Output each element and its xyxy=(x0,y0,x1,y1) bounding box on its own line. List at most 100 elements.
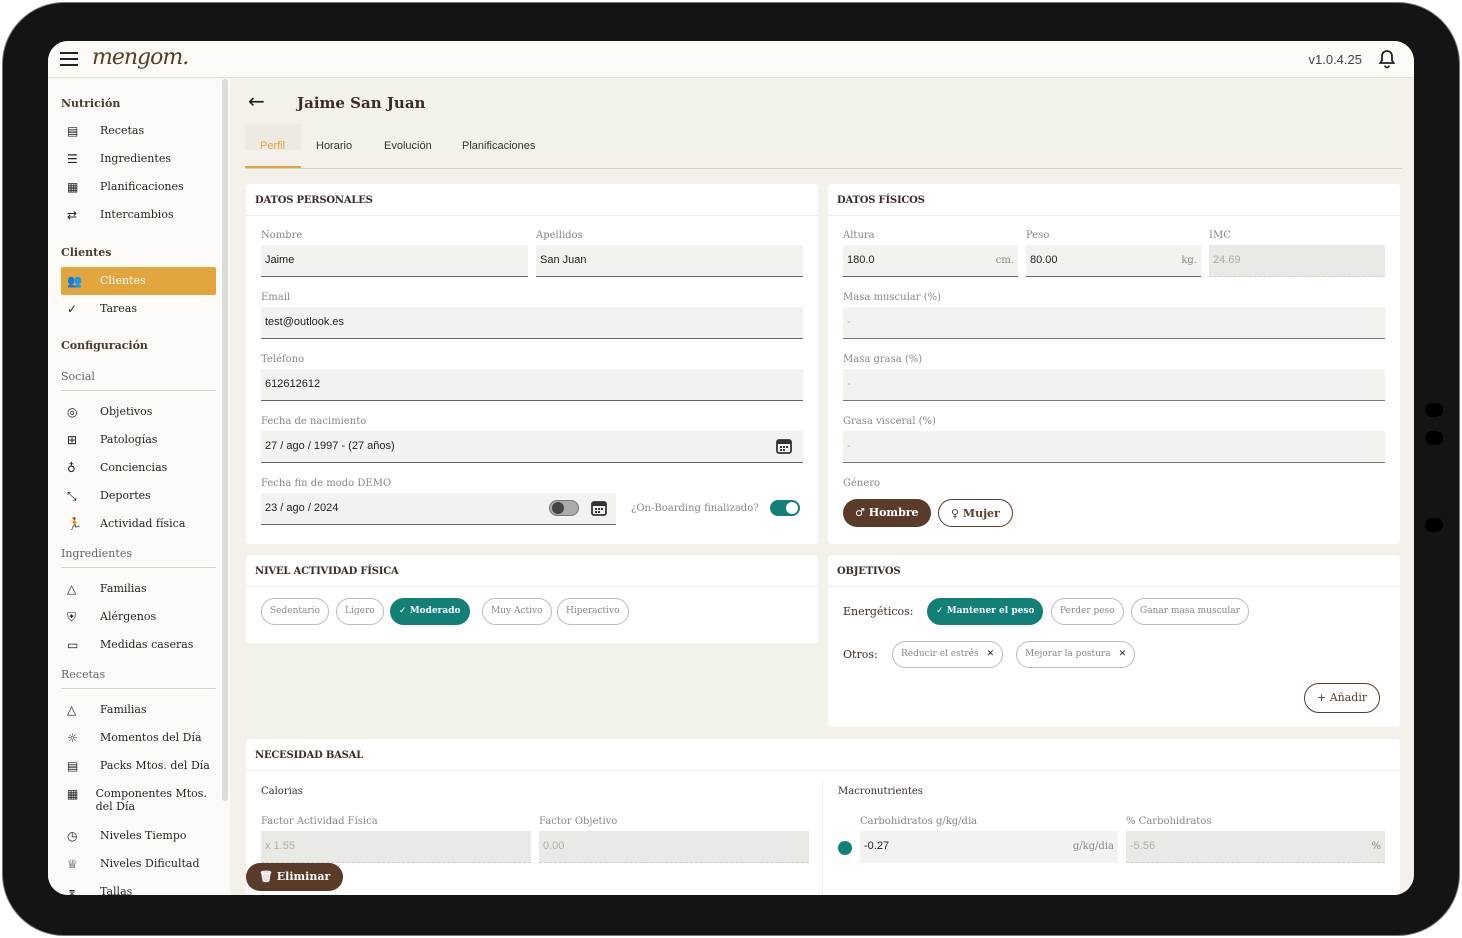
altura-value: 180.0 xyxy=(847,254,875,266)
otros-label: Otros: xyxy=(843,648,878,661)
calendar-icon[interactable] xyxy=(590,499,608,517)
sidebar-item-niveles-tiempo[interactable]: ◷ Niveles Tiempo xyxy=(61,823,216,849)
birthdate-value: 27 / ago / 1997 - (27 años) xyxy=(265,440,395,452)
activity-chip-muy-activo[interactable]: Muy Activo xyxy=(482,598,552,625)
section-nutricion: Nutrición xyxy=(61,97,121,110)
other-chip-reducir-estres[interactable]: Reducir el estrés ✕ xyxy=(892,641,1004,668)
goal-chip-mantener-peso[interactable]: ✓ Mantener el peso xyxy=(927,598,1044,625)
check-icon: ✓ xyxy=(399,606,410,616)
tab-planificaciones[interactable]: Planificaciones xyxy=(462,140,535,152)
demo-date-field[interactable]: 23 / ago / 2024 xyxy=(261,493,616,525)
calendar-icon[interactable] xyxy=(775,437,793,455)
gender-female-button[interactable]: ♀ Mujer xyxy=(938,499,1013,527)
nacimiento-label: Fecha de nacimiento xyxy=(261,416,367,427)
sidebar-item-intercambios[interactable]: ⇄ Intercambios xyxy=(61,202,216,228)
sidebar-item-actividad-fisica[interactable]: 🏃 Actividad física xyxy=(61,511,216,537)
sidebar-item-tallas[interactable]: ⌆ Tallas xyxy=(61,879,216,895)
telefono-field[interactable]: 612612612 xyxy=(261,369,803,401)
tab-horario[interactable]: Horario xyxy=(316,140,352,152)
goal-chip-ganar-masa[interactable]: Ganar masa muscular xyxy=(1131,598,1249,625)
back-arrow-icon[interactable]: ← xyxy=(248,89,265,113)
female-label: Mujer xyxy=(962,507,1000,520)
nombre-field[interactable]: Jaime xyxy=(261,245,528,277)
sidebar-item-planificaciones[interactable]: ▦ Planificaciones xyxy=(61,174,216,200)
activity-chip-ligero[interactable]: Ligero xyxy=(336,598,384,625)
subsection-recetas: Recetas xyxy=(61,668,106,681)
sidebar-item-deportes[interactable]: ⤡ Deportes xyxy=(61,483,216,509)
apellidos-field[interactable]: San Juan xyxy=(536,245,803,277)
divider xyxy=(246,586,818,587)
genero-label: Género xyxy=(843,478,881,489)
sidebar-item-familias-recetas[interactable]: △ Familias xyxy=(61,697,216,723)
sidebar-item-conciencias[interactable]: ♁ Conciencias xyxy=(61,455,216,481)
sidebar-item-tareas[interactable]: ✓ Tareas xyxy=(61,296,216,322)
female-icon: ♀ xyxy=(951,507,963,520)
sidebar-item-clientes[interactable]: 👥 Clientes xyxy=(61,267,216,295)
sun-icon: ☼ xyxy=(67,731,78,745)
sidebar-item-objetivos[interactable]: ◎ Objetivos xyxy=(61,399,216,425)
sport-icon: ⤡ xyxy=(67,489,77,503)
divider xyxy=(61,567,216,568)
divider xyxy=(822,781,823,895)
sidebar-item-niveles-dificultad[interactable]: ♕ Niveles Dificultad xyxy=(61,851,216,877)
sidebar-item-patologias[interactable]: ⊞ Patologías xyxy=(61,427,216,453)
bulb-icon: ♁ xyxy=(67,461,76,475)
activity-chip-sedentario[interactable]: Sedentario xyxy=(261,598,329,625)
demo-label: Fecha fin de modo DEMO xyxy=(261,478,392,489)
other-chip-mejorar-postura[interactable]: Mejorar la postura ✕ xyxy=(1016,641,1136,668)
factor-actividad-field: x 1.55 xyxy=(261,831,531,863)
apellidos-label: Apellidos xyxy=(536,230,583,241)
sidebar-item-familias[interactable]: △ Familias xyxy=(61,576,216,602)
close-icon[interactable]: ✕ xyxy=(987,649,995,659)
chip-label: Mantener el peso xyxy=(946,606,1035,616)
sidebar-item-recetas[interactable]: ▤ Recetas xyxy=(61,118,216,144)
tab-active-underline xyxy=(245,166,301,168)
email-field[interactable]: test@outlook.es xyxy=(261,307,803,339)
sidebar-item-ingredientes[interactable]: ☰ Ingredientes xyxy=(61,146,216,172)
peso-field[interactable]: 80.00 kg. xyxy=(1026,245,1201,277)
sidebar-item-momentos-dia[interactable]: ☼ Momentos del Día xyxy=(61,725,216,751)
trophy-icon: ♕ xyxy=(67,857,78,871)
goal-chip-perder-peso[interactable]: Perder peso xyxy=(1051,598,1124,625)
sidebar-scrollbar[interactable] xyxy=(222,79,228,801)
activity-chip-moderado[interactable]: ✓ Moderado xyxy=(390,598,470,625)
carb-value: -0.27 xyxy=(864,840,890,852)
tab-perfil[interactable]: Perfil xyxy=(260,140,285,152)
carb-label: Carbohidratos g/kg/dia xyxy=(860,816,978,827)
male-icon: ♂ xyxy=(855,506,869,519)
onboarding-toggle[interactable] xyxy=(770,500,800,516)
app-logo[interactable]: mengom. xyxy=(92,45,189,70)
demo-toggle[interactable] xyxy=(549,500,579,516)
main-content: ← Jaime San Juan Perfil Horario Evolució… xyxy=(230,79,1414,895)
factor-objetivo-label: Factor Objetivo xyxy=(539,816,618,827)
sidebar-item-packs[interactable]: ▤ Packs Mtos. del Día xyxy=(61,753,216,779)
divider xyxy=(246,215,818,216)
shield-icon: ⛨ xyxy=(67,610,77,624)
gender-male-button[interactable]: ♂ Hombre xyxy=(843,499,931,527)
hamburger-menu-icon[interactable] xyxy=(60,52,78,66)
shapes-icon: △ xyxy=(67,703,77,717)
activity-chip-hiperactivo[interactable]: Hiperactivo xyxy=(557,598,629,625)
close-icon[interactable]: ✕ xyxy=(1119,649,1127,659)
ruler-icon: ▭ xyxy=(67,638,79,652)
list-icon: ☰ xyxy=(67,152,78,166)
sidebar-item-medidas-caseras[interactable]: ▭ Medidas caseras xyxy=(61,632,216,658)
delete-button[interactable]: 🗑 Eliminar xyxy=(246,863,344,891)
camera-dot xyxy=(1425,518,1443,532)
onboarding-label: ¿On-Boarding finalizado? xyxy=(631,503,759,514)
birthdate-field[interactable]: 27 / ago / 1997 - (27 años) xyxy=(261,431,803,463)
carb-unit: g/kg/dia xyxy=(1072,841,1114,852)
masa-muscular-field[interactable]: - xyxy=(843,307,1385,339)
altura-field[interactable]: 180.0 cm. xyxy=(843,245,1018,277)
masa-grasa-field[interactable]: - xyxy=(843,369,1385,401)
masa-muscular-label: Masa muscular (%) xyxy=(843,292,941,303)
clock-icon: ◷ xyxy=(67,829,78,843)
energeticos-label: Energéticos: xyxy=(843,605,914,618)
bell-icon[interactable] xyxy=(1378,49,1396,69)
add-objective-button[interactable]: + Añadir xyxy=(1304,683,1381,713)
grasa-visceral-field[interactable]: - xyxy=(843,431,1385,463)
carb-field[interactable]: -0.27 g/kg/dia xyxy=(860,831,1118,863)
sidebar-item-alergenos[interactable]: ⛨ Alérgenos xyxy=(61,604,216,630)
sidebar-item-componentes[interactable]: ▦ Componentes Mtos. del Día xyxy=(61,781,216,821)
tab-evolucion[interactable]: Evolución xyxy=(384,140,432,152)
